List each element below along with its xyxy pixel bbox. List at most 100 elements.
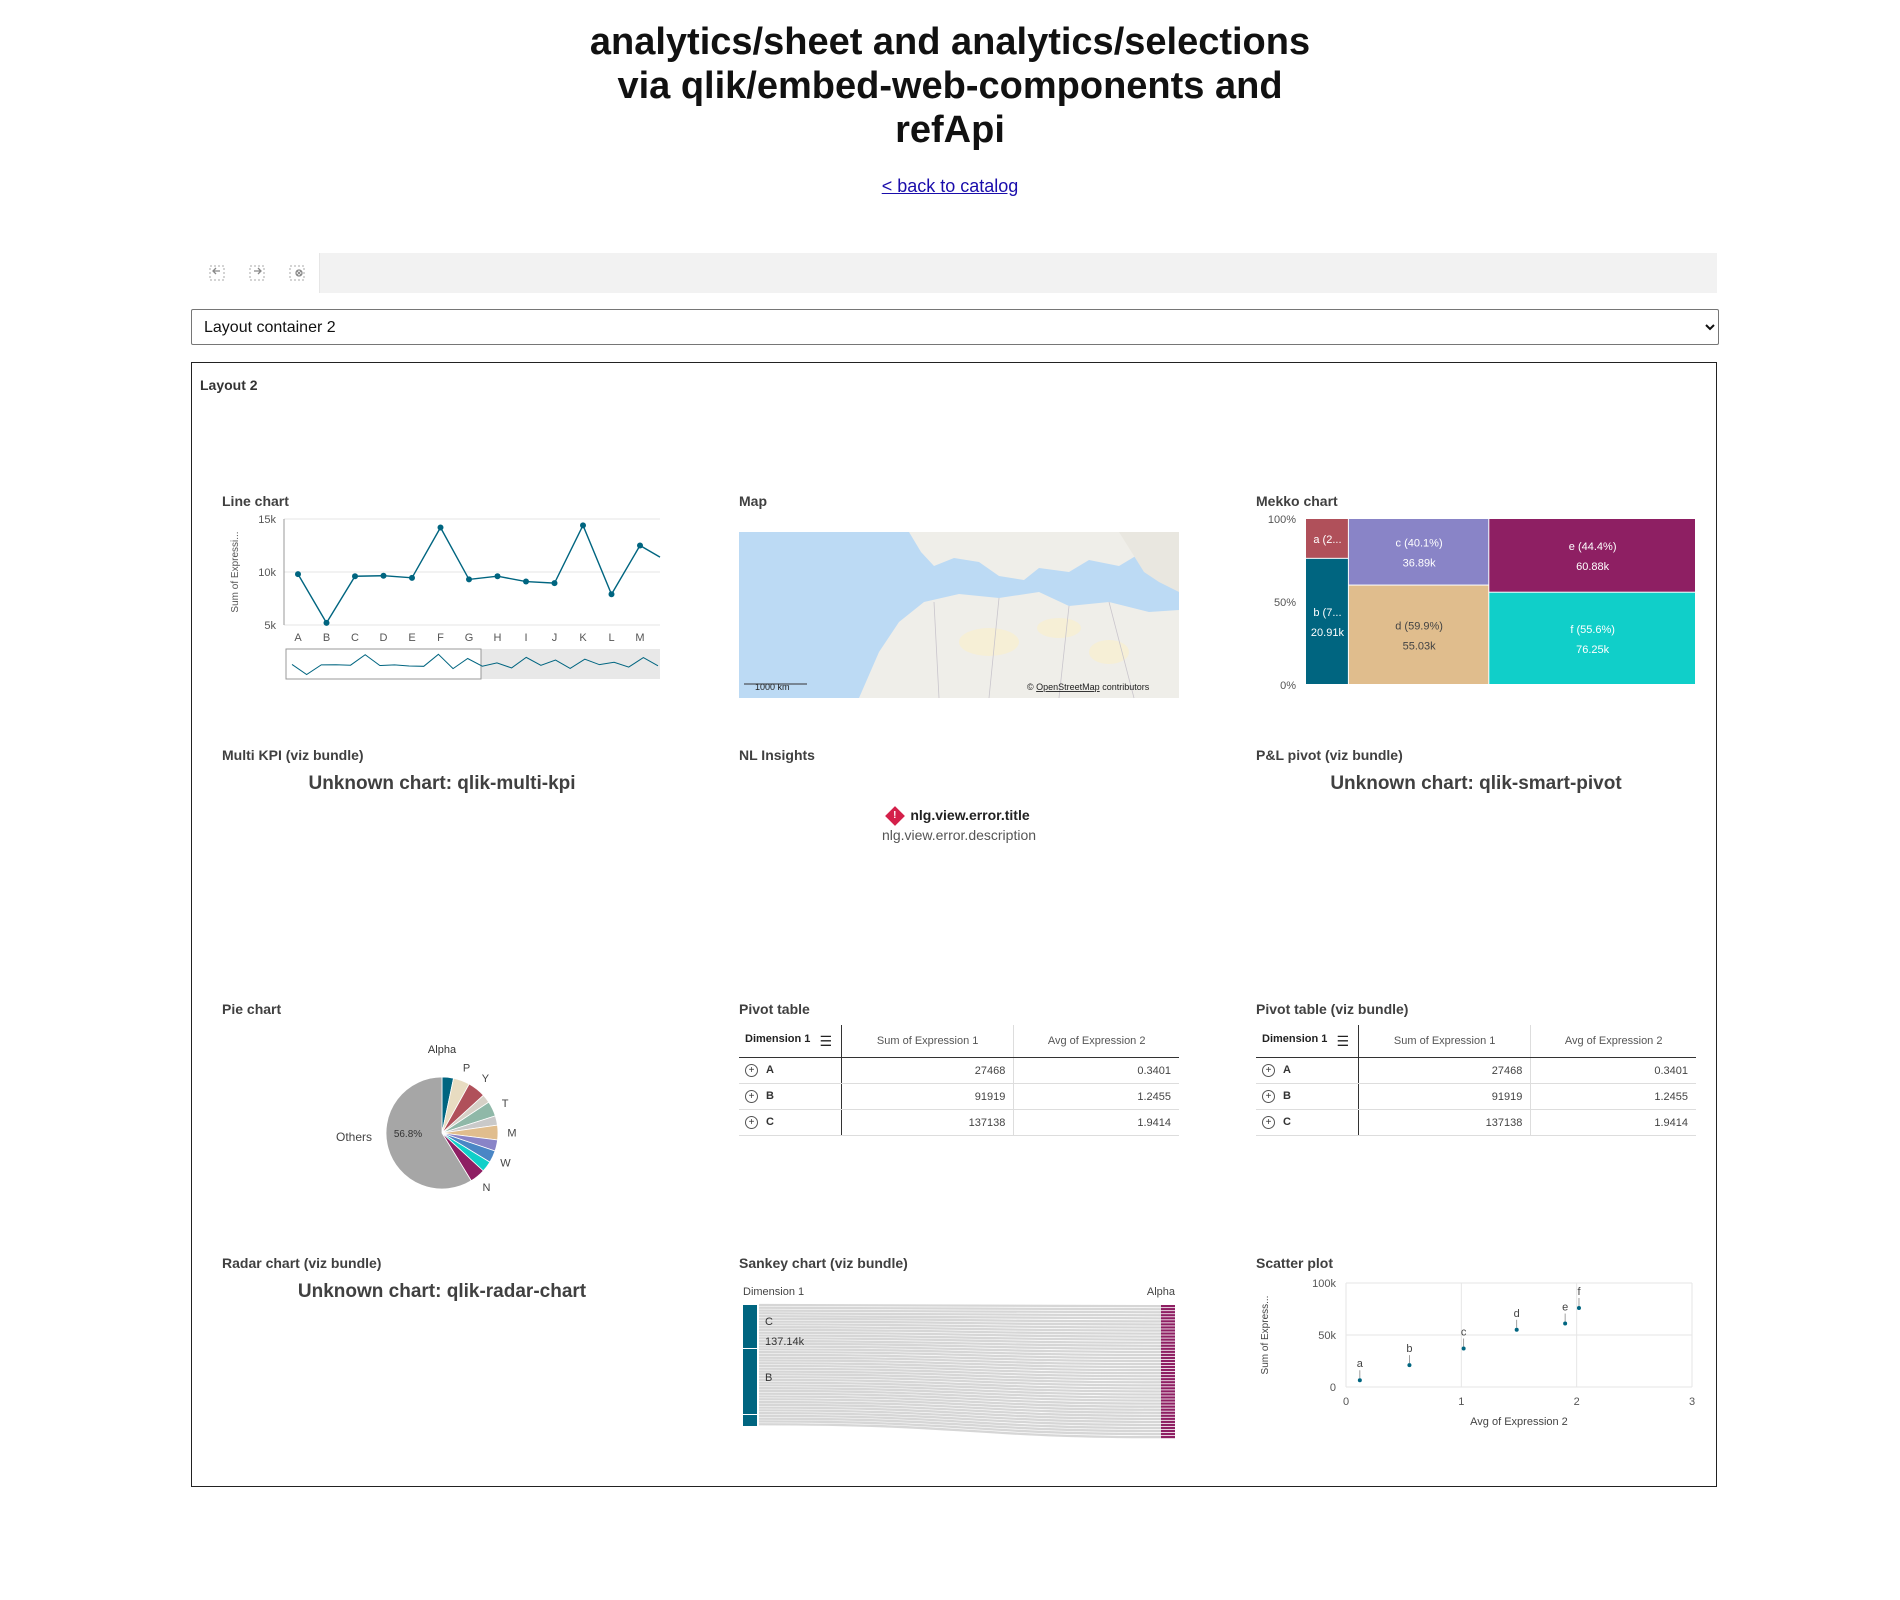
osm-link[interactable]: OpenStreetMap — [1036, 682, 1100, 692]
dimension-cell[interactable]: + B — [739, 1083, 842, 1110]
pnl-pivot-cell[interactable]: P&L pivot (viz bundle) Unknown chart: ql… — [1256, 747, 1696, 977]
dimension-header[interactable]: Dimension 1 ☰ — [739, 1025, 842, 1058]
selection-buttons — [191, 253, 320, 293]
cell-title: NL Insights — [739, 747, 815, 763]
mekko-segment — [1306, 558, 1348, 684]
minimap-window — [285, 648, 482, 680]
measure-header[interactable]: Avg of Expression 2 — [1530, 1025, 1696, 1058]
data-point — [380, 572, 387, 579]
dimension-value: A — [1283, 1064, 1291, 1076]
sankey-chart[interactable]: Dimension 1 Alpha C 137.14k B — [739, 1277, 1179, 1477]
map-cell[interactable]: Map 1000 km © OpenStreetMap contributors — [739, 493, 1179, 723]
pivot-table[interactable]: Dimension 1 ☰ Sum of Expression 1 Avg of … — [1256, 1025, 1696, 1136]
sankey-right-node — [1161, 1384, 1175, 1387]
sankey-right-node — [1161, 1402, 1175, 1405]
x-axis-label: Avg of Expression 2 — [1470, 1416, 1568, 1428]
nlg-error-title-row: ! nlg.view.error.title — [739, 806, 1179, 827]
measure-header[interactable]: Sum of Expression 1 — [841, 1025, 1015, 1058]
table-row[interactable]: + B 91919 1.2455 — [739, 1083, 1179, 1110]
menu-icon[interactable]: ☰ — [819, 1033, 832, 1050]
mekko-segment — [1348, 585, 1489, 684]
line-chart[interactable]: 5k 10k 15k Sum of Expressi... A B C D E F G H I J K L M — [222, 515, 662, 715]
dimension-cell[interactable]: + A — [739, 1057, 842, 1084]
dimension-header-label: Dimension 1 — [1262, 1032, 1328, 1045]
point-label: e — [1562, 1302, 1568, 1314]
mekko-segment — [1348, 519, 1489, 585]
dimension-header[interactable]: Dimension 1 ☰ — [1256, 1025, 1359, 1058]
step-back-button[interactable] — [207, 263, 229, 283]
sum-cell: 27468 — [841, 1057, 1015, 1084]
y-tick-label: 5k — [264, 620, 276, 632]
x-tick-label: A — [294, 632, 302, 644]
dimension-value: C — [1283, 1116, 1291, 1128]
pie-chart[interactable]: Alpha PY T M WN Others 56.8% — [222, 1023, 662, 1223]
sankey-right-node — [1161, 1423, 1175, 1427]
dimension-cell[interactable]: + C — [1256, 1109, 1359, 1136]
expand-icon[interactable]: + — [745, 1116, 758, 1129]
expand-icon[interactable]: + — [745, 1064, 758, 1077]
sankey-right-node — [1161, 1323, 1175, 1326]
x-tick-label: H — [494, 632, 502, 644]
step-forward-button[interactable] — [247, 263, 269, 283]
dimension-cell[interactable]: + C — [739, 1109, 842, 1136]
slice-label: M — [507, 1127, 516, 1139]
measure-header[interactable]: Sum of Expression 1 — [1358, 1025, 1532, 1058]
sankey-right-node — [1161, 1387, 1175, 1390]
clear-selections-button[interactable] — [287, 263, 309, 283]
sankey-right-node — [1161, 1405, 1175, 1408]
sankey-node-label: C — [765, 1316, 773, 1328]
table-row[interactable]: + C 137138 1.9414 — [1256, 1109, 1696, 1136]
line-chart-cell[interactable]: Line chart 5k 10k 15k Sum of Expressi... A B C… — [222, 493, 662, 723]
nlg-error: ! nlg.view.error.title nlg.view.error.des… — [739, 806, 1179, 843]
sankey-right-node — [1161, 1308, 1175, 1311]
pie-chart-cell[interactable]: Pie chart Alpha P Y T M W N Others 56.8% — [222, 1001, 662, 1231]
sheet-select[interactable]: Layout container 2 — [191, 309, 1719, 345]
table-row[interactable]: + C 137138 1.9414 — [739, 1109, 1179, 1136]
data-point — [437, 524, 444, 531]
x-tick-label: L — [608, 632, 614, 644]
pivot-table-bundle-cell[interactable]: Pivot table (viz bundle) Dimension 1 ☰ Su… — [1256, 1001, 1696, 1231]
data-point — [409, 574, 415, 581]
data-point — [637, 542, 643, 549]
table-row[interactable]: + A 27468 0.3401 — [1256, 1057, 1696, 1084]
sankey-right-node — [1161, 1335, 1175, 1338]
expand-icon[interactable]: + — [1262, 1090, 1275, 1103]
scatter-plot-cell[interactable]: Scatter plot 0 1 2 3 0 50k 100k Avg of Expressi… — [1256, 1255, 1696, 1485]
current-selections-bar[interactable] — [320, 253, 1717, 293]
menu-icon[interactable]: ☰ — [1336, 1033, 1349, 1050]
sankey-flow — [758, 1303, 1162, 1308]
dimension-cell[interactable]: + B — [1256, 1083, 1359, 1110]
pivot-table-cell[interactable]: Pivot table Dimension 1 ☰ Sum of Expressi… — [739, 1001, 1179, 1231]
segment-label: d (59.9%) — [1395, 620, 1443, 632]
expand-icon[interactable]: + — [745, 1090, 758, 1103]
map-view[interactable]: 1000 km © OpenStreetMap contributors — [739, 515, 1179, 715]
back-to-catalog-link[interactable]: < back to catalog — [882, 176, 1019, 196]
scatter-point — [1461, 1346, 1466, 1351]
data-point — [551, 580, 558, 587]
mekko-chart[interactable]: 0% 50% 100% b (7... 20.91k a (2... d (59.9%) 55… — [1256, 515, 1696, 715]
back-link-row: < back to catalog — [0, 176, 1900, 197]
table-row[interactable]: + B 91919 1.2455 — [1256, 1083, 1696, 1110]
dimension-cell[interactable]: + A — [1256, 1057, 1359, 1084]
sankey-right-node — [1161, 1414, 1175, 1417]
x-tick-label: 2 — [1574, 1396, 1580, 1408]
y-tick-label: 10k — [258, 567, 276, 579]
nl-insights-cell[interactable]: NL Insights ! nlg.view.error.title nlg.vi… — [739, 747, 1179, 977]
measure-header[interactable]: Avg of Expression 2 — [1013, 1025, 1179, 1058]
point-label: f — [1577, 1286, 1581, 1298]
expand-icon[interactable]: + — [1262, 1064, 1275, 1077]
cell-title: Map — [739, 493, 767, 509]
radar-chart-cell[interactable]: Radar chart (viz bundle) Unknown chart: … — [222, 1255, 662, 1485]
point-label: d — [1514, 1308, 1520, 1320]
mekko-chart-cell[interactable]: Mekko chart 0% 50% 100% b (7... 20.91k a (2..… — [1256, 493, 1696, 723]
y-tick-label: 0% — [1280, 680, 1296, 692]
segment-value: 60.88k — [1576, 561, 1610, 573]
expand-icon[interactable]: + — [1262, 1116, 1275, 1129]
scatter-plot[interactable]: 0 1 2 3 0 50k 100k Avg of Expression 2 Sum of Ex… — [1256, 1277, 1696, 1477]
multi-kpi-cell[interactable]: Multi KPI (viz bundle) Unknown chart: ql… — [222, 747, 662, 977]
sankey-chart-cell[interactable]: Sankey chart (viz bundle) Dimension 1 Alp… — [739, 1255, 1179, 1485]
pivot-table[interactable]: Dimension 1 ☰ Sum of Expression 1 Avg of … — [739, 1025, 1179, 1136]
map-scale-label: 1000 km — [755, 682, 790, 692]
table-row[interactable]: + A 27468 0.3401 — [739, 1057, 1179, 1084]
x-tick-label: 0 — [1343, 1396, 1349, 1408]
